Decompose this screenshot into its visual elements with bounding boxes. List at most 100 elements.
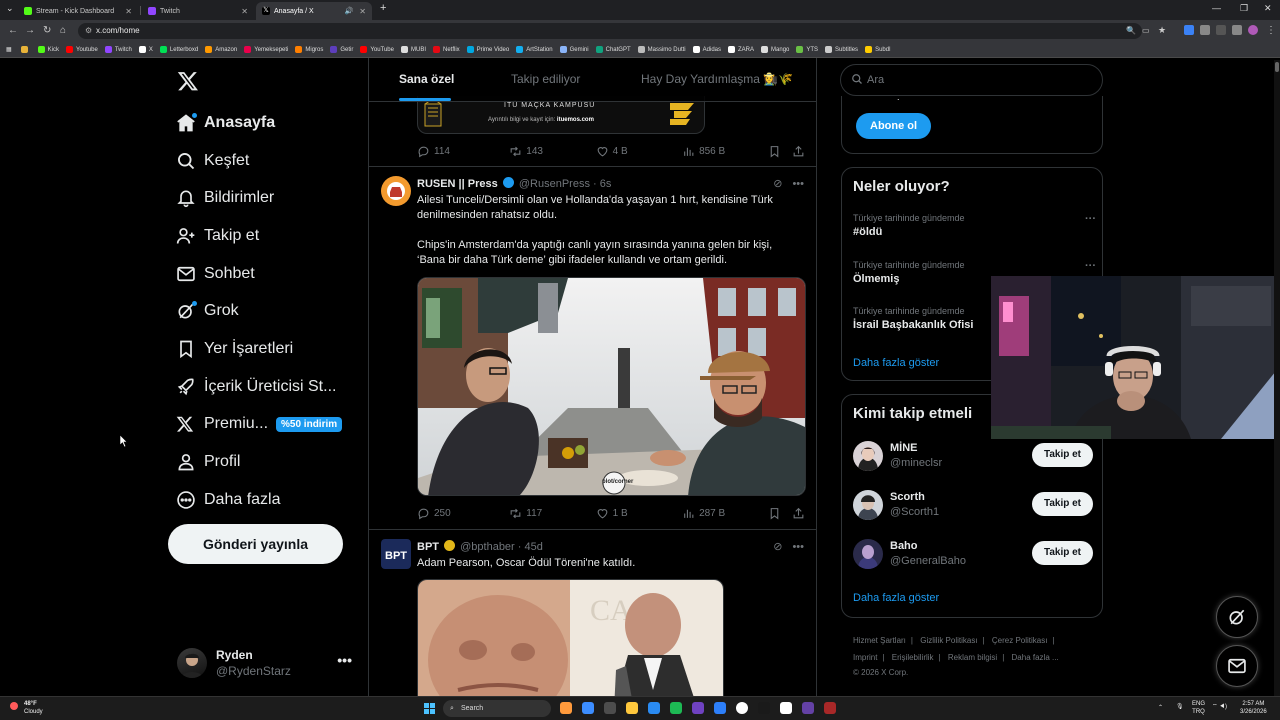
- more-icon[interactable]: ···: [1085, 260, 1096, 272]
- tray-chevron-icon[interactable]: ⌃: [1158, 704, 1163, 712]
- bookmark-yts[interactable]: YTS: [796, 46, 818, 53]
- messages-floating-button[interactable]: [1216, 645, 1258, 687]
- spotify-app-icon[interactable]: [670, 702, 682, 714]
- bookmark-gemini[interactable]: Gemini: [559, 46, 589, 53]
- footer-link[interactable]: Gizlilik Politikası: [920, 636, 977, 645]
- footer-link[interactable]: Imprint: [853, 653, 877, 662]
- tray-mic-icon[interactable]: 🎙: [1176, 703, 1184, 711]
- bookmark-adidas[interactable]: Adidas: [692, 46, 721, 53]
- tab-x-home[interactable]: 𝕏 Anasayfa / X 🔊 ✕: [256, 2, 372, 20]
- downloads-icon[interactable]: [1216, 25, 1226, 35]
- tab-for-you[interactable]: Sana özel: [399, 72, 454, 86]
- bookmark-button[interactable]: [768, 145, 792, 158]
- bookmark-x[interactable]: X: [138, 46, 153, 53]
- bookmark-zara[interactable]: ZARA: [728, 46, 754, 53]
- weather-widget[interactable]: 48°F Cloudy: [10, 700, 43, 716]
- nav-creator-studio[interactable]: İçerik Üreticisi St...: [170, 368, 360, 406]
- site-info-icon[interactable]: ⚙: [85, 23, 92, 39]
- tab-search-icon[interactable]: ⌄: [6, 3, 14, 14]
- page-scrollbar[interactable]: [1274, 60, 1280, 696]
- share-button[interactable]: [792, 507, 805, 520]
- widgets-app-icon[interactable]: [604, 702, 616, 714]
- gallery-app-icon[interactable]: [560, 702, 572, 714]
- post-button[interactable]: Gönderi yayınla: [168, 524, 343, 564]
- tweet-author-name[interactable]: BPT: [417, 541, 439, 553]
- tab-hay-day-list[interactable]: Hay Day Yardımlaşma 👩‍🌾🌾: [641, 72, 793, 86]
- steam-app-icon[interactable]: [758, 702, 770, 714]
- views-button[interactable]: 856 B: [682, 145, 768, 158]
- discord-app-icon[interactable]: [692, 702, 704, 714]
- home-icon[interactable]: ⌂: [60, 25, 66, 36]
- follow-suggestion[interactable]: Baho @GeneralBaho Takip et: [853, 537, 1093, 571]
- nav-bookmarks[interactable]: Yer İşaretleri: [170, 330, 360, 368]
- more-icon[interactable]: •••: [792, 541, 804, 553]
- subscribe-button[interactable]: Abone ol: [856, 113, 932, 139]
- bookmark-migros[interactable]: Migros: [295, 46, 323, 53]
- bookmark-letterboxd[interactable]: Letterboxd: [159, 46, 198, 53]
- more-icon[interactable]: •••: [337, 652, 352, 668]
- folder-icon[interactable]: [20, 46, 31, 53]
- cast-icon[interactable]: ▭: [1142, 26, 1150, 35]
- tweet-video[interactable]: plot/corner: [417, 277, 806, 496]
- bookmark-kick[interactable]: Kick: [37, 46, 59, 53]
- ad-link[interactable]: ituemos.com: [557, 117, 594, 123]
- star-bookmark-icon[interactable]: ★: [1158, 25, 1166, 36]
- taskbar-search[interactable]: ⌕ Search: [443, 700, 551, 717]
- tweet-author-handle[interactable]: @bpthaber: [460, 541, 515, 553]
- apps-icon[interactable]: ▦: [6, 46, 12, 53]
- like-button[interactable]: 1 B: [596, 507, 682, 520]
- nav-chat[interactable]: Sohbet: [170, 255, 360, 293]
- tweet-author-handle[interactable]: @RusenPress: [519, 178, 590, 190]
- close-tab-icon[interactable]: ✕: [359, 7, 366, 16]
- network-volume-icon[interactable]: ⌔ ◀): [1212, 703, 1227, 711]
- follow-button[interactable]: Takip et: [1031, 492, 1093, 516]
- repost-button[interactable]: 117: [509, 507, 595, 520]
- nav-notifications[interactable]: Bildirimler: [170, 179, 360, 217]
- tab-kick[interactable]: Stream - Kick Dashboard ✕: [18, 2, 138, 20]
- bookmark-subtitles[interactable]: Subtitles: [825, 46, 858, 53]
- bookmark-mubi[interactable]: MUBI: [400, 46, 426, 53]
- footer-link[interactable]: Çerez Politikası: [992, 636, 1048, 645]
- zoom-icon[interactable]: 🔍: [1126, 26, 1136, 35]
- follow-suggestion[interactable]: Scorth @Scorth1 Takip et: [853, 488, 1093, 522]
- twitch-app-icon[interactable]: [802, 702, 814, 714]
- nav-profile[interactable]: Profil: [170, 443, 360, 481]
- audio-playing-icon[interactable]: 🔊: [345, 7, 354, 15]
- account-switcher[interactable]: Ryden @RydenStarz •••: [175, 646, 360, 680]
- like-button[interactable]: 4 B: [596, 145, 682, 158]
- repost-button[interactable]: 143: [509, 145, 595, 158]
- tweet-time[interactable]: · 6s: [593, 178, 611, 190]
- bookmark-prime-video[interactable]: Prime Video: [466, 46, 509, 53]
- extension-icon[interactable]: [1200, 25, 1210, 35]
- more-icon[interactable]: ···: [1085, 213, 1096, 225]
- new-tab-button[interactable]: +: [380, 2, 386, 14]
- close-window-icon[interactable]: ✕: [1264, 3, 1272, 14]
- store-app-icon[interactable]: [648, 702, 660, 714]
- bookmark-chatgpt[interactable]: ChatGPT: [595, 46, 631, 53]
- footer-link[interactable]: Reklam bilgisi: [948, 653, 997, 662]
- share-button[interactable]: [792, 145, 805, 158]
- file-explorer-app-icon[interactable]: [626, 702, 638, 714]
- obs-app-icon[interactable]: [824, 702, 836, 714]
- grok-icon[interactable]: ⊘: [773, 178, 782, 190]
- nav-home[interactable]: Anasayfa: [170, 104, 360, 142]
- show-more-link[interactable]: Daha fazla göster: [853, 592, 939, 604]
- profile-avatar-icon[interactable]: [1248, 25, 1258, 35]
- tweet-author-name[interactable]: RUSEN || Press: [417, 178, 498, 190]
- grok-icon[interactable]: ⊘: [773, 541, 782, 553]
- grok-floating-button[interactable]: [1216, 596, 1258, 638]
- minimize-icon[interactable]: —: [1212, 3, 1221, 13]
- nav-follow[interactable]: Takip et: [170, 217, 360, 255]
- views-button[interactable]: 287 B: [682, 507, 768, 520]
- footer-more-link[interactable]: Daha fazla ...: [1012, 653, 1059, 662]
- reload-icon[interactable]: ↻: [43, 25, 51, 36]
- bookmark-getir[interactable]: Getir: [330, 46, 353, 53]
- follow-suggestion[interactable]: MİNE @mineclsr Takip et: [853, 439, 1093, 473]
- bookmark-yemeksepeti[interactable]: Yemeksepeti: [244, 46, 288, 53]
- bookmark-artstation[interactable]: ArtStation: [516, 46, 553, 53]
- extension-icon[interactable]: [1184, 25, 1194, 35]
- tab-twitch[interactable]: Twitch ✕: [142, 2, 254, 20]
- bookmark-twitch[interactable]: Twitch: [104, 46, 132, 53]
- footer-link[interactable]: Hizmet Şartları: [853, 636, 906, 645]
- follow-button[interactable]: Takip et: [1031, 541, 1093, 565]
